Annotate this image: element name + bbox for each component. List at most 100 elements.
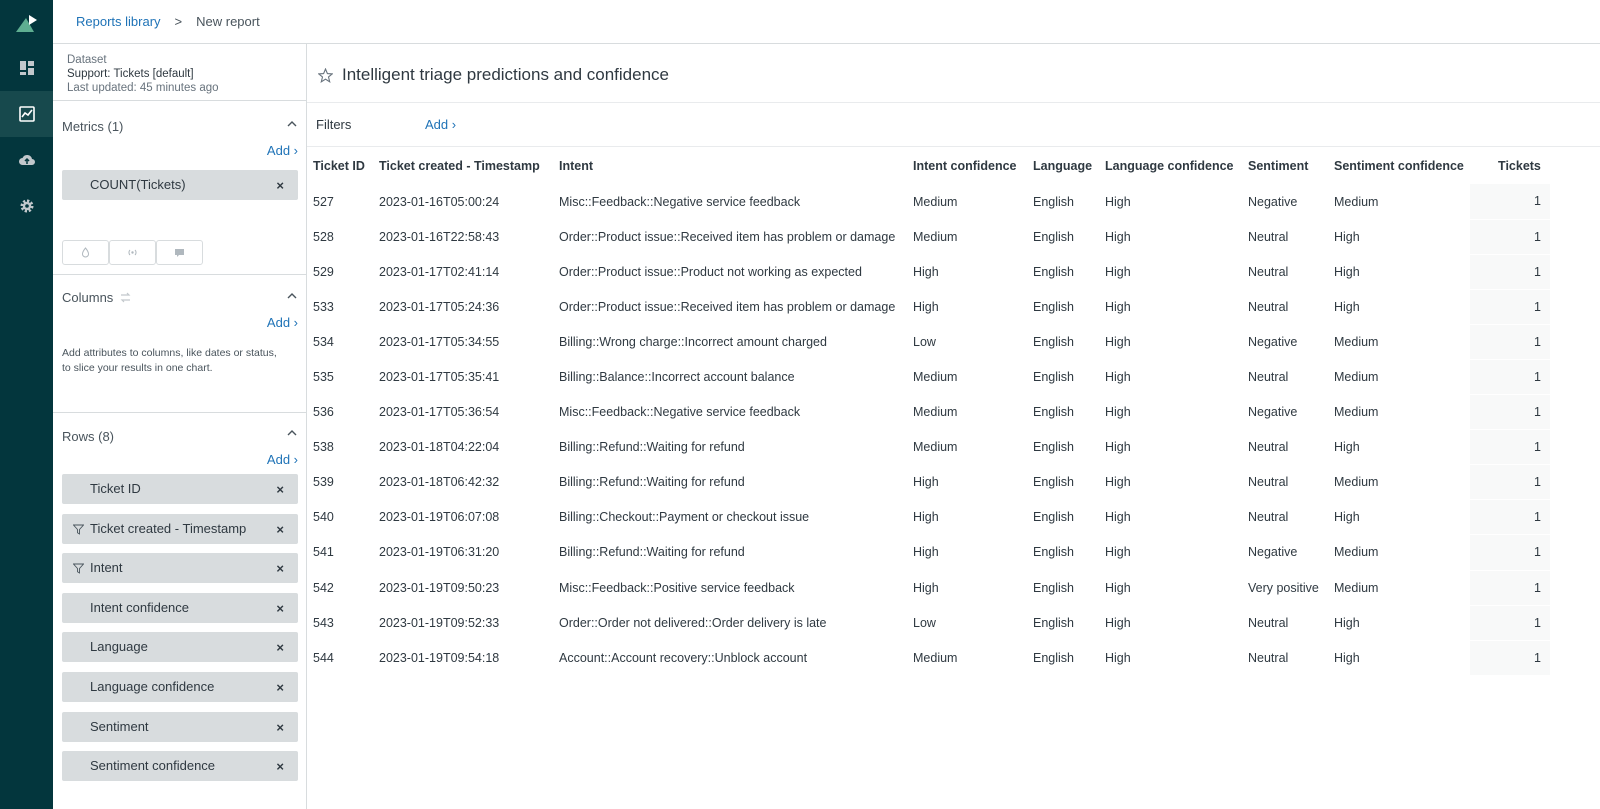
metric-signal-button[interactable] <box>109 240 156 265</box>
metric-color-button[interactable] <box>62 240 109 265</box>
row-pill[interactable]: Intent confidence × <box>62 592 298 623</box>
table-cell: 2023-01-19T09:50:23 <box>379 580 500 595</box>
report-canvas: Intelligent triage predictions and confi… <box>307 44 1600 809</box>
table-cell: 527 <box>313 194 334 209</box>
table-cell: English <box>1033 545 1074 560</box>
table-row: 542 2023-01-19T09:50:23 Misc::Feedback::Po… <box>307 570 1550 606</box>
remove-row-button[interactable]: × <box>276 561 284 576</box>
droplet-icon <box>81 247 90 258</box>
filter-icon <box>73 563 84 574</box>
breadcrumb-separator: > <box>174 14 183 29</box>
table-cell: Negative <box>1248 334 1298 349</box>
table-cell: Billing::Checkout::Payment or checkout i… <box>559 510 810 525</box>
remove-metric-button[interactable]: × <box>276 178 284 193</box>
table-cell: High <box>913 545 939 560</box>
report-title[interactable]: Intelligent triage predictions and confi… <box>342 65 669 85</box>
column-header[interactable]: Intent <box>553 147 907 184</box>
column-header[interactable]: Ticket ID <box>307 147 373 184</box>
table-cell: 2023-01-17T05:35:41 <box>379 370 500 385</box>
table-cell: English <box>1033 194 1074 209</box>
chevron-up-icon[interactable] <box>287 120 297 128</box>
table-cell: Medium <box>1334 405 1379 420</box>
remove-row-button[interactable]: × <box>276 680 284 695</box>
row-pill[interactable]: Intent × <box>62 553 298 584</box>
table-cell: Order::Product issue::Received item has … <box>559 299 896 314</box>
star-icon[interactable] <box>318 68 333 83</box>
table-cell: 1 <box>1469 219 1550 255</box>
table-cell: Medium <box>913 405 958 420</box>
explore-logo-icon[interactable] <box>14 12 40 34</box>
table-body: 527 2023-01-16T05:00:24 Misc::Feedback::Ne… <box>307 184 1550 676</box>
row-pill[interactable]: Ticket ID × <box>62 474 298 504</box>
table-cell: Neutral <box>1248 650 1289 665</box>
row-pill-label: Intent confidence <box>90 599 190 615</box>
breadcrumb-current: New report <box>196 14 260 29</box>
row-pill[interactable]: Sentiment confidence × <box>62 751 298 782</box>
table-cell: 1 <box>1469 605 1550 641</box>
nav-datasets[interactable] <box>0 137 53 183</box>
table-cell: 544 <box>313 650 334 665</box>
table-cell: Neutral <box>1248 370 1289 385</box>
metric-pill[interactable]: COUNT(Tickets) × <box>62 170 298 200</box>
metrics-add-link[interactable]: Add › <box>267 143 298 158</box>
title-bar: Intelligent triage predictions and confi… <box>307 44 1600 103</box>
remove-row-button[interactable]: × <box>276 720 284 735</box>
table-cell: High <box>1105 370 1131 385</box>
column-header[interactable]: Language <box>1027 147 1099 184</box>
column-header[interactable]: Tickets <box>1470 147 1550 184</box>
table-cell: 529 <box>313 264 334 279</box>
table-cell: Very positive <box>1248 580 1319 595</box>
remove-row-button[interactable]: × <box>276 601 284 616</box>
table-cell: English <box>1033 615 1074 630</box>
filter-bar: Filters Add › <box>307 103 1600 147</box>
table-cell: 539 <box>313 475 334 490</box>
dataset-label: Dataset <box>67 54 107 66</box>
table-cell: Negative <box>1248 405 1298 420</box>
table-cell: High <box>913 299 939 314</box>
column-header[interactable]: Intent confidence <box>907 147 1027 184</box>
nav-reports[interactable] <box>0 91 53 137</box>
table-cell: 1 <box>1469 289 1550 325</box>
table-cell: Order::Order not delivered::Order delive… <box>559 615 827 630</box>
table-cell: 543 <box>313 615 334 630</box>
row-pill[interactable]: Ticket created - Timestamp × <box>62 513 298 544</box>
table-cell: High <box>913 264 939 279</box>
swap-icon[interactable] <box>119 292 132 303</box>
cloud-upload-icon <box>18 154 35 165</box>
remove-row-button[interactable]: × <box>276 640 284 655</box>
remove-row-button[interactable]: × <box>276 482 284 497</box>
breadcrumb-reports-library[interactable]: Reports library <box>76 14 161 29</box>
column-header[interactable]: Ticket created - Timestamp <box>373 147 553 184</box>
row-pill[interactable]: Sentiment × <box>62 711 298 742</box>
divider <box>53 412 307 413</box>
column-header[interactable]: Language confidence <box>1099 147 1242 184</box>
chevron-up-icon[interactable] <box>287 429 297 437</box>
table-cell: 2023-01-19T09:52:33 <box>379 615 500 630</box>
top-header: Reports library > New report <box>53 0 1600 44</box>
row-pill[interactable]: Language × <box>62 632 298 663</box>
table-cell: Medium <box>913 370 958 385</box>
nav-dashboards[interactable] <box>0 45 53 91</box>
table-cell: Neutral <box>1248 299 1289 314</box>
column-header[interactable]: Sentiment <box>1242 147 1328 184</box>
column-header[interactable]: Sentiment confidence <box>1328 147 1470 184</box>
rows-add-link[interactable]: Add › <box>267 452 298 467</box>
metric-pill-label: COUNT(Tickets) <box>90 177 186 192</box>
chevron-up-icon[interactable] <box>287 292 297 300</box>
row-pill-label: Sentiment confidence <box>90 758 216 774</box>
columns-add-link[interactable]: Add › <box>267 315 298 330</box>
table-cell: 541 <box>313 545 334 560</box>
nav-admin[interactable] <box>0 183 53 229</box>
dataset-name[interactable]: Support: Tickets [default] <box>67 67 219 81</box>
table-cell: Medium <box>913 440 958 455</box>
table-cell: 1 <box>1469 534 1550 571</box>
table-cell: Neutral <box>1248 229 1289 244</box>
row-pill[interactable]: Language confidence × <box>62 672 298 702</box>
remove-row-button[interactable]: × <box>276 522 284 537</box>
table-cell: High <box>913 580 939 595</box>
filters-add-link[interactable]: Add › <box>425 117 456 132</box>
remove-row-button[interactable]: × <box>276 759 284 774</box>
metric-options <box>62 240 203 265</box>
metric-label-button[interactable] <box>156 240 203 265</box>
table-row: 527 2023-01-16T05:00:24 Misc::Feedback::Ne… <box>307 184 1550 220</box>
